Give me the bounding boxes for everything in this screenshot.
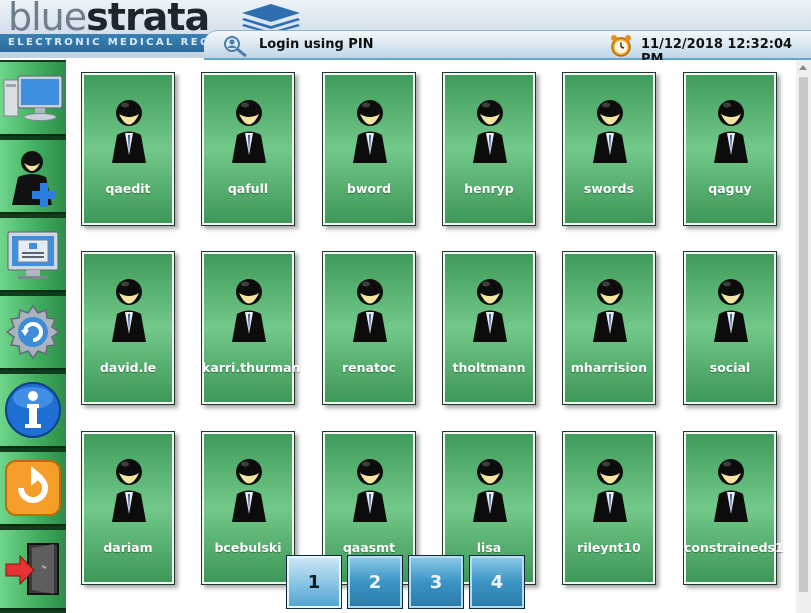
page-title: Login using PIN — [259, 37, 374, 52]
user-name-label: dariam — [103, 540, 153, 555]
exit-button[interactable] — [0, 530, 66, 610]
page-button-1[interactable]: 1 — [286, 555, 342, 609]
page-button-4[interactable]: 4 — [469, 555, 525, 609]
user-name-label: david.le — [99, 360, 157, 375]
id-card-monitor-icon — [7, 231, 59, 279]
scroll-up-arrow-icon[interactable] — [799, 65, 807, 70]
user-avatar-icon — [473, 100, 507, 163]
user-name-label: qaedit — [105, 181, 151, 196]
status-bar: Login using PIN 11/12/2018 12:32:04 PM — [204, 30, 811, 67]
refresh-gear-icon — [5, 304, 61, 360]
user-avatar-icon — [232, 459, 266, 522]
user-tile[interactable]: mharrision — [562, 251, 656, 405]
user-avatar-icon — [473, 459, 507, 522]
user-name-label: karri.thurman — [202, 360, 301, 375]
info-button[interactable] — [0, 374, 66, 448]
user-avatar-icon — [112, 279, 146, 342]
info-icon — [5, 382, 61, 438]
scroll-thumb[interactable] — [799, 77, 808, 592]
user-avatar-icon — [714, 279, 748, 342]
card-login-button[interactable] — [0, 218, 66, 292]
user-tile[interactable]: bcebulski — [201, 431, 295, 585]
user-avatar-icon — [232, 100, 266, 163]
user-tile[interactable]: dariam — [81, 431, 175, 585]
user-tile[interactable]: qaedit — [81, 72, 175, 226]
computer-monitor-icon — [3, 75, 63, 121]
alarm-clock-icon — [611, 35, 631, 57]
user-name-label: qafull — [227, 181, 269, 196]
user-name-label: constraineds1 — [684, 540, 784, 555]
app-header: bluestrata ELECTRONIC MEDICAL RECORD Log… — [0, 0, 811, 67]
user-avatar-icon — [593, 279, 627, 342]
user-avatar-icon — [714, 100, 748, 163]
user-tile[interactable]: constraineds1 — [683, 431, 784, 585]
user-avatar-icon — [353, 459, 387, 522]
user-name-label: tholtmann — [452, 360, 526, 375]
user-tile[interactable]: qaguy — [683, 72, 777, 226]
user-avatar-icon — [593, 100, 627, 163]
user-tile[interactable]: bword — [322, 72, 416, 226]
user-name-label: swords — [583, 181, 635, 196]
user-tile[interactable]: karri.thurman — [201, 251, 301, 405]
add-user-button[interactable] — [0, 140, 66, 214]
add-user-icon — [12, 151, 56, 207]
user-name-label: qaguy — [708, 181, 752, 196]
user-tile[interactable]: social — [683, 251, 777, 405]
user-tile[interactable]: tholtmann — [442, 251, 536, 405]
user-name-label: bcebulski — [214, 540, 282, 555]
user-avatar-icon — [232, 279, 266, 342]
user-tile[interactable]: qafull — [201, 72, 295, 226]
user-tile[interactable]: henryp — [442, 72, 536, 226]
user-tile[interactable]: rileynt10 — [562, 431, 656, 585]
search-user-icon — [224, 36, 247, 57]
user-avatar-icon — [112, 459, 146, 522]
user-name-label: bword — [346, 181, 392, 196]
user-name-label: henryp — [464, 181, 514, 196]
user-avatar-icon — [473, 279, 507, 342]
user-tile[interactable]: swords — [562, 72, 656, 226]
user-grid: qaedit qafull bword henryp swords qaguy … — [66, 60, 796, 613]
user-avatar-icon — [353, 100, 387, 163]
user-name-label: lisa — [476, 540, 502, 555]
exit-door-icon — [5, 543, 59, 595]
rotate-refresh-icon — [5, 460, 61, 516]
brand-tagline: ELECTRONIC MEDICAL RECORD — [0, 34, 218, 52]
sync-settings-button[interactable] — [0, 296, 66, 370]
user-avatar-icon — [714, 459, 748, 522]
page-button-2[interactable]: 2 — [347, 555, 403, 609]
user-tile[interactable]: david.le — [81, 251, 175, 405]
vertical-scrollbar[interactable] — [796, 60, 811, 613]
sidebar — [0, 60, 66, 613]
user-name-label: rileynt10 — [577, 540, 641, 555]
user-avatar-icon — [593, 459, 627, 522]
user-name-label: mharrision — [570, 360, 648, 375]
refresh-button[interactable] — [0, 452, 66, 526]
user-name-label: social — [709, 360, 751, 375]
page-button-3[interactable]: 3 — [408, 555, 464, 609]
user-avatar-icon — [353, 279, 387, 342]
user-tile[interactable]: renatoc — [322, 251, 416, 405]
user-avatar-icon — [112, 100, 146, 163]
workstation-button[interactable] — [0, 62, 66, 136]
user-name-label: qaasmt — [342, 540, 396, 555]
user-name-label: renatoc — [342, 360, 396, 375]
